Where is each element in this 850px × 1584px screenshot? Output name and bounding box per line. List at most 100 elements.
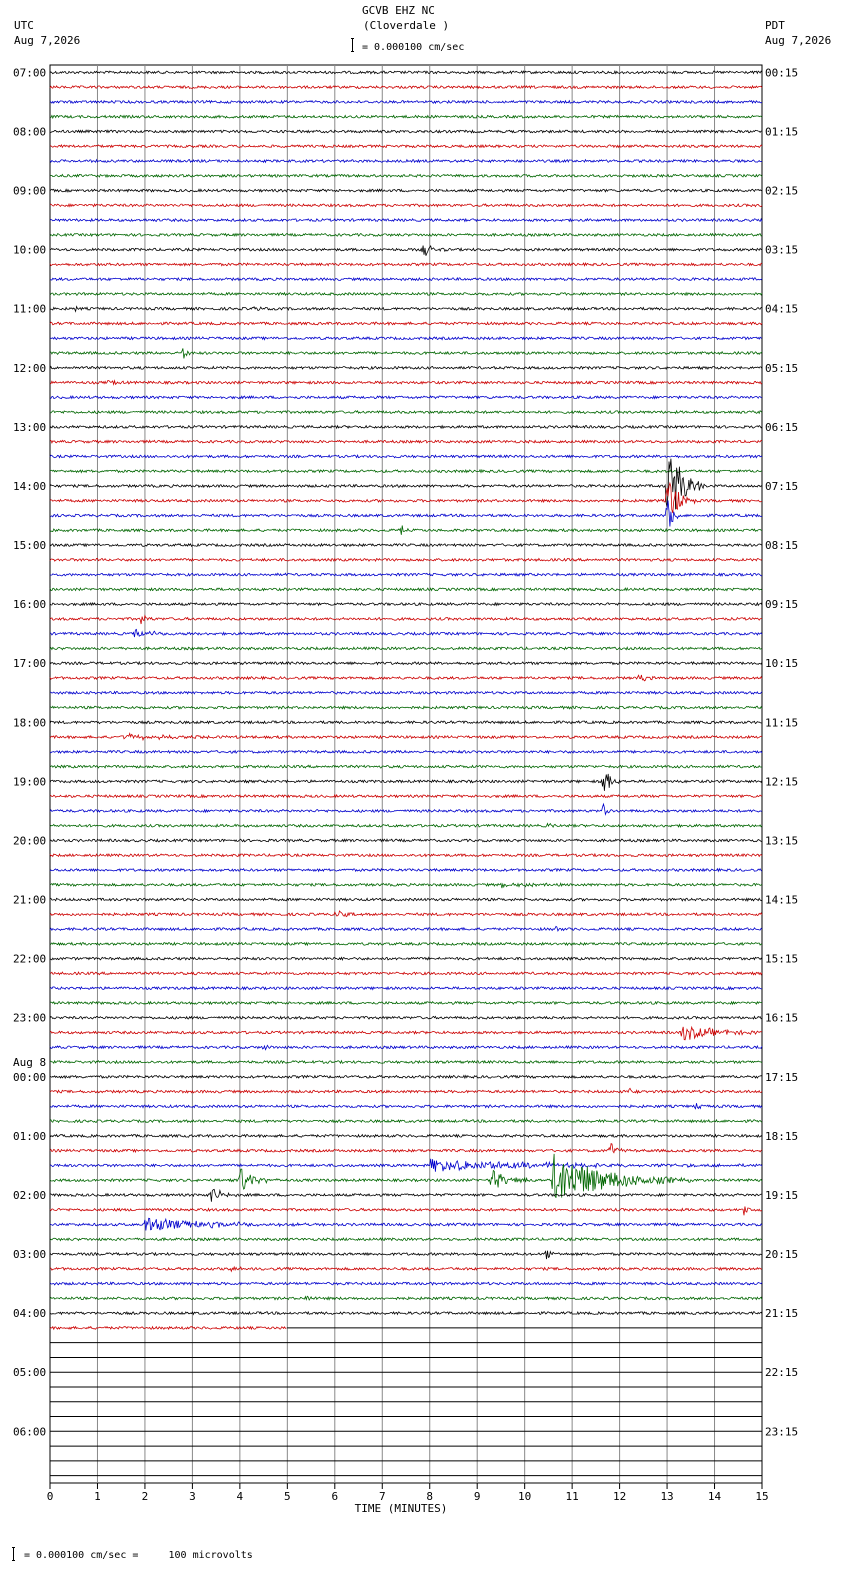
seismic-trace	[49, 188, 763, 193]
seismic-traces	[49, 69, 763, 1477]
seismic-trace	[49, 764, 763, 769]
seismic-trace	[49, 867, 763, 873]
seismic-trace	[49, 232, 763, 238]
utc-hour-label: 21:00	[13, 894, 46, 907]
seismic-trace	[49, 1295, 763, 1301]
utc-hour-label: 08:00	[13, 125, 46, 138]
seismic-trace	[49, 1153, 763, 1198]
seismic-trace	[49, 793, 763, 799]
seismic-trace	[49, 838, 763, 843]
x-tick-label: 5	[284, 1490, 291, 1503]
pdt-hour-label: 01:15	[765, 125, 798, 138]
utc-hour-label: 16:00	[13, 598, 46, 611]
plot-frame	[49, 64, 763, 1484]
pdt-hour-label: 06:15	[765, 421, 798, 434]
utc-hour-label: 23:00	[13, 1012, 46, 1025]
seismic-trace	[49, 439, 763, 444]
utc-hour-label: 09:00	[13, 185, 46, 198]
seismic-trace	[49, 1087, 763, 1095]
utc-hour-label: 13:00	[13, 421, 46, 434]
seismic-trace	[49, 481, 762, 514]
pdt-hour-label: 02:15	[765, 185, 798, 198]
x-tick-label: 11	[566, 1490, 579, 1503]
pdt-hour-label: 15:15	[765, 953, 798, 966]
seismic-trace	[49, 348, 763, 359]
seismic-trace	[49, 956, 763, 961]
seismic-trace	[49, 985, 763, 991]
grid-lines	[49, 64, 763, 1484]
seismic-trace	[49, 1103, 763, 1110]
utc-hour-label: 10:00	[13, 244, 46, 257]
seismic-trace	[49, 732, 762, 742]
seismic-trace	[49, 557, 763, 563]
seismic-trace	[49, 674, 763, 682]
seismic-trace	[49, 822, 763, 829]
seismogram-plot: 07:00 00:15 08:00 01:15 09:00 02:15 10:00 03:15…	[13, 64, 798, 1515]
seismic-trace	[49, 1236, 763, 1242]
seismic-trace	[49, 453, 763, 459]
seismic-trace	[49, 802, 763, 816]
seismic-trace	[49, 572, 763, 577]
pdt-hour-label: 16:15	[765, 1012, 798, 1025]
x-axis-label: TIME (MINUTES)	[355, 1502, 448, 1515]
seismic-trace	[49, 971, 763, 976]
seismic-trace	[49, 1118, 763, 1124]
seismic-trace	[49, 773, 763, 791]
seismic-trace	[49, 335, 763, 341]
pdt-hour-label: 05:15	[765, 362, 798, 375]
seismic-trace	[49, 1059, 763, 1065]
utc-hour-label: 06:00	[13, 1425, 46, 1438]
seismic-trace	[49, 321, 763, 326]
seismic-trace	[49, 542, 763, 548]
seismic-trace	[49, 276, 763, 282]
seismic-trace	[49, 1281, 763, 1286]
seismic-trace	[49, 365, 763, 370]
footer-scale-icon	[12, 1547, 15, 1561]
seismic-trace	[49, 587, 763, 592]
utc-hour-label: 20:00	[13, 834, 46, 847]
utc-hour-label: 15:00	[13, 539, 46, 552]
seismic-trace	[49, 69, 763, 75]
seismic-trace	[49, 925, 763, 932]
seismic-trace	[49, 202, 763, 208]
pdt-hour-label: 14:15	[765, 894, 798, 907]
seismic-trace	[49, 1143, 763, 1154]
seismic-trace	[49, 1206, 763, 1216]
pdt-hour-label: 21:15	[765, 1307, 798, 1320]
utc-hour-label: 22:00	[13, 953, 46, 966]
pdt-hour-label: 09:15	[765, 598, 798, 611]
pdt-hour-label: 22:15	[765, 1366, 798, 1379]
utc-hour-label: 00:00	[13, 1071, 46, 1084]
seismic-trace	[49, 1217, 763, 1231]
seismic-trace	[49, 705, 763, 710]
footer-scale-note: = 0.000100 cm/sec = 100 microvolts	[24, 1550, 253, 1561]
x-tick-label: 1	[94, 1490, 101, 1503]
seismic-trace	[49, 84, 763, 90]
pdt-hour-label: 03:15	[765, 244, 798, 257]
seismic-trace	[49, 525, 763, 535]
seismic-trace	[49, 291, 763, 297]
pdt-hour-label: 19:15	[765, 1189, 798, 1202]
seismic-trace	[49, 882, 763, 889]
seismic-trace	[49, 217, 763, 223]
seismic-trace	[49, 601, 763, 607]
seismic-trace	[49, 910, 763, 918]
seismic-trace	[49, 628, 763, 638]
utc-hour-label: 03:00	[13, 1248, 46, 1261]
utc-hour-label: 17:00	[13, 657, 46, 670]
seismic-trace	[49, 129, 763, 134]
utc-hour-label: 19:00	[13, 775, 46, 788]
pdt-hour-label: 18:15	[765, 1130, 798, 1143]
utc-hour-label: 12:00	[13, 362, 46, 375]
x-tick-label: 12	[613, 1490, 626, 1503]
x-tick-label: 2	[142, 1490, 149, 1503]
seismic-trace	[49, 720, 763, 725]
seismic-trace	[49, 262, 763, 267]
pdt-hour-label: 04:15	[765, 303, 798, 316]
utc-hour-label: 02:00	[13, 1189, 46, 1202]
seismic-trace	[49, 500, 763, 527]
x-tick-label: 14	[708, 1490, 722, 1503]
seismic-trace	[49, 1000, 763, 1006]
seismic-trace	[49, 244, 763, 256]
x-tick-label: 3	[189, 1490, 196, 1503]
